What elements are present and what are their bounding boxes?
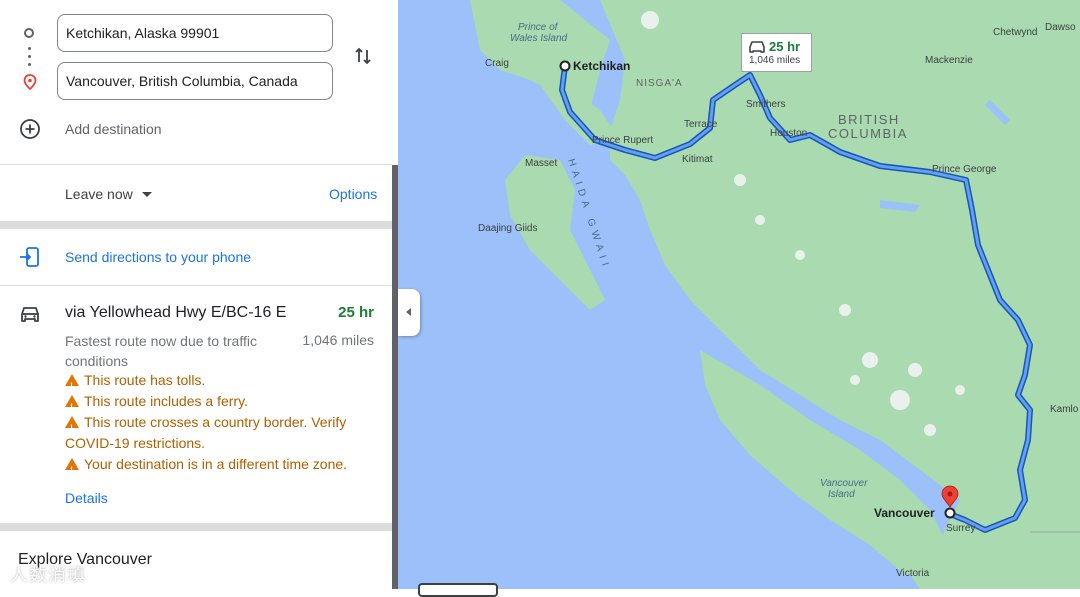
map-label-vancouver: Vancouver [874, 506, 935, 520]
map-label-ketchikan: Ketchikan [573, 59, 630, 73]
map-label-daajing-giids: Daajing Giids [478, 223, 537, 234]
warning-icon: ! [65, 395, 79, 412]
car-icon [21, 307, 39, 322]
map-label-chetwynd: Chetwynd [993, 27, 1037, 38]
route-dot-icon [28, 55, 31, 58]
route-warning: ! This route has tolls. [65, 370, 365, 391]
destination-marker-icon[interactable] [944, 507, 956, 519]
map-label-craig: Craig [485, 58, 509, 69]
divider [0, 523, 392, 531]
warning-icon: ! [65, 374, 79, 391]
origin-marker-icon[interactable] [559, 60, 571, 72]
map-label-victoria: Victoria [896, 568, 930, 579]
origin-input[interactable]: Ketchikan, Alaska 99901 [57, 14, 333, 52]
collapse-panel-button[interactable] [398, 289, 420, 336]
map-label-houston: Houston [770, 128, 807, 139]
map-label-dawson: Dawso [1045, 22, 1076, 33]
callout-distance: 1,046 miles [749, 55, 801, 66]
map-label-british-columbia: BRITISH COLUMBIA [828, 112, 908, 141]
map-label-prince-george: Prince George [932, 164, 997, 175]
route-dot-icon [28, 63, 31, 66]
directions-panel: Ketchikan, Alaska 99901 Vancouver, Briti… [0, 0, 392, 589]
map-label-smithers: Smithers [746, 99, 785, 110]
leave-now-dropdown[interactable]: Leave now [65, 186, 133, 202]
location-pin-icon [23, 74, 37, 90]
car-icon [749, 41, 765, 53]
map-label-masset: Masset [525, 158, 557, 169]
map-bottom-control[interactable] [418, 583, 498, 597]
route-warning: ! This route crosses a country border. Ve… [65, 414, 347, 451]
warning-icon: ! [65, 458, 79, 475]
route-dot-icon [28, 47, 31, 50]
map-canvas[interactable]: Prince of Wales Island Craig Ketchikan NI… [398, 0, 1080, 589]
divider [0, 164, 392, 165]
warning-icon: ! [65, 416, 79, 433]
route-warning: ! Your destination is in a different time… [65, 454, 365, 475]
route-title[interactable]: via Yellowhead Hwy E/BC-16 E [65, 304, 286, 322]
add-destination-button[interactable]: Add destination [65, 121, 162, 137]
send-directions-to-phone-link[interactable]: Send directions to your phone [65, 249, 251, 265]
route-distance: 1,046 miles [302, 332, 374, 348]
chevron-down-icon[interactable] [142, 192, 152, 197]
route-warning: ! This route includes a ferry. [65, 391, 365, 412]
map-label-kitimat: Kitimat [682, 154, 713, 165]
divider [0, 285, 392, 286]
chevron-left-icon [406, 308, 411, 316]
swap-vertical-icon[interactable] [351, 44, 375, 68]
map-label-mackenzie: Mackenzie [925, 55, 973, 66]
callout-duration: 25 hr [769, 39, 801, 54]
map-label-kamloops: Kamlo [1050, 404, 1079, 415]
route-description: Fastest route now due to traffic conditi… [65, 333, 257, 369]
watermark: 人数消填 [10, 565, 86, 585]
route-info-callout[interactable]: 25 hr 1,046 miles [741, 33, 812, 72]
origin-circle-icon [24, 28, 34, 38]
add-circle-icon[interactable] [19, 118, 41, 140]
map-label-surrey: Surrey [946, 523, 975, 534]
send-to-phone-icon[interactable] [19, 246, 41, 268]
options-button[interactable]: Options [329, 186, 377, 202]
destination-input[interactable]: Vancouver, British Columbia, Canada [57, 62, 333, 100]
divider [0, 221, 392, 229]
map-label-terrace: Terrace [684, 119, 718, 130]
route-duration: 25 hr [338, 304, 374, 321]
map-label-nisgaa: NISGA'A [636, 78, 683, 89]
map-label-prince-rupert: Prince Rupert [592, 135, 653, 146]
route-details-link[interactable]: Details [65, 490, 108, 506]
